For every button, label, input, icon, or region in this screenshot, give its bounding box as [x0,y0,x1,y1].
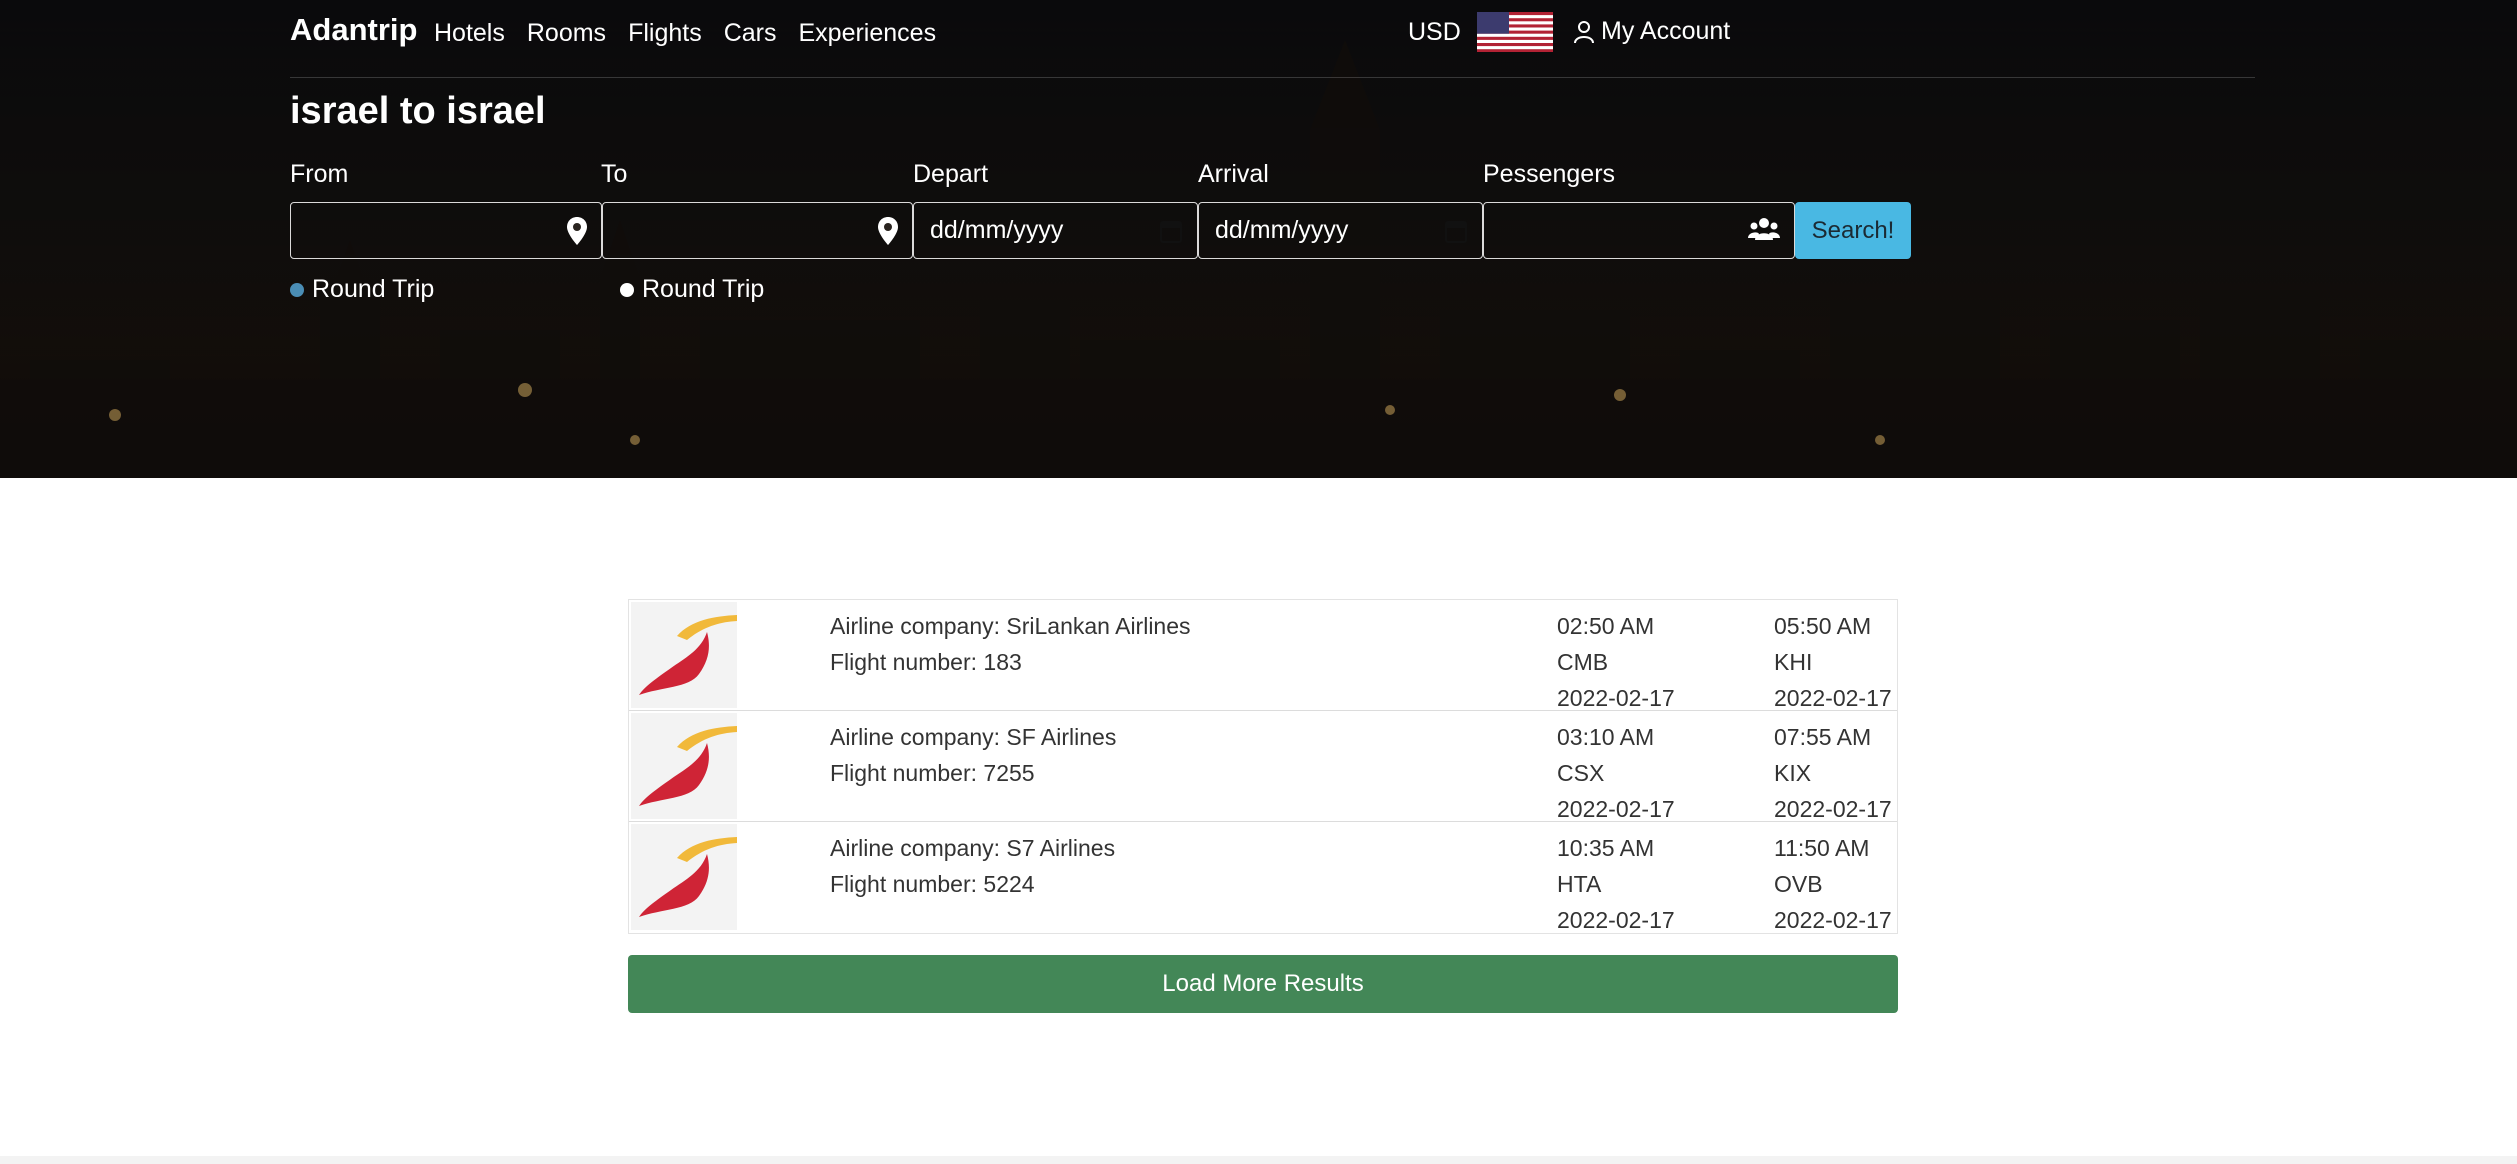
nav-link-cars[interactable]: Cars [724,19,777,48]
departure-info: 02:50 AM CMB 2022-02-17 [1557,608,1675,716]
arrival-time: 05:50 AM [1774,613,1872,639]
airline-logo-icon [631,824,737,930]
flight-result-row[interactable]: Airline company: S7 Airlines Flight numb… [629,822,1897,933]
arrival-airport: KHI [1774,649,1813,675]
hero-banner: Adantrip Hotels Rooms Flights Cars Exper… [0,0,2517,478]
round-trip-label-2: Round Trip [642,275,765,303]
map-pin-icon [878,217,898,245]
user-icon [1574,20,1594,43]
departure-airport: CMB [1557,649,1609,675]
top-navbar: Adantrip Hotels Rooms Flights Cars Exper… [290,0,2255,78]
depart-label: Depart [913,160,989,188]
arrival-time: 11:50 AM [1774,835,1870,861]
arrival-airport: KIX [1774,760,1812,786]
flight-result-row[interactable]: Airline company: SF Airlines Flight numb… [629,711,1897,822]
passengers-label: Pessengers [1483,160,1616,188]
arrival-info: 05:50 AM KHI 2022-02-17 [1774,608,1892,716]
footer-strip [0,1156,2517,1164]
flight-result-row[interactable]: Airline company: SriLankan Airlines Flig… [629,600,1897,711]
depart-date-placeholder: dd/mm/yyyy [930,216,1064,244]
airline-logo-icon [631,713,737,819]
search-title: israel to israel [290,90,546,132]
airline-company: Airline company: S7 Airlines [830,835,1116,861]
from-label: From [290,160,349,188]
departure-info: 03:10 AM CSX 2022-02-17 [1557,719,1675,827]
arrival-info: 11:50 AM OVB 2022-02-17 [1774,830,1892,938]
departure-airport: HTA [1557,871,1602,897]
nav-link-rooms[interactable]: Rooms [527,19,606,48]
flight-info: Airline company: SF Airlines Flight numb… [830,719,1116,791]
flight-number: Flight number: 183 [830,649,1022,675]
arrival-airport: OVB [1774,871,1823,897]
airline-company: Airline company: SF Airlines [830,724,1117,750]
radio-selected-icon [290,282,304,297]
arrival-info: 07:55 AM KIX 2022-02-17 [1774,719,1892,827]
departure-airport: CSX [1557,760,1605,786]
arrival-label: Arrival [1198,160,1269,188]
currency-selector[interactable]: USD [1408,18,1461,47]
my-account-label: My Account [1601,17,1731,45]
round-trip-radio-1[interactable]: Round Trip [290,275,434,304]
arrival-date-input[interactable]: dd/mm/yyyy [1198,202,1483,259]
users-icon [1748,218,1780,240]
departure-time: 03:10 AM [1557,724,1655,750]
arrival-date: 2022-02-17 [1774,907,1892,933]
map-pin-icon [567,217,587,245]
round-trip-label-1: Round Trip [312,275,435,303]
departure-time: 10:35 AM [1557,835,1655,861]
flight-results-list: Airline company: SriLankan Airlines Flig… [628,599,1898,934]
to-label: To [601,160,628,188]
flight-number: Flight number: 7255 [830,760,1035,786]
departure-date: 2022-02-17 [1557,907,1675,933]
arrival-date-placeholder: dd/mm/yyyy [1215,216,1349,244]
nav-link-experiences[interactable]: Experiences [799,19,937,48]
arrival-time: 07:55 AM [1774,724,1872,750]
flight-info: Airline company: SriLankan Airlines Flig… [830,608,1191,680]
brand-logo[interactable]: Adantrip [290,12,417,48]
flight-info: Airline company: S7 Airlines Flight numb… [830,830,1115,902]
radio-unselected-icon [620,282,634,297]
nav-link-flights[interactable]: Flights [628,19,702,48]
passengers-input[interactable] [1483,202,1795,259]
from-input[interactable] [290,202,602,259]
nav-link-hotels[interactable]: Hotels [434,19,505,48]
departure-time: 02:50 AM [1557,613,1655,639]
airline-logo-icon [631,602,737,708]
calendar-icon[interactable] [1444,218,1468,244]
us-flag-icon[interactable] [1477,12,1553,52]
departure-info: 10:35 AM HTA 2022-02-17 [1557,830,1675,938]
my-account-link[interactable]: My Account [1573,17,1730,46]
search-button[interactable]: Search! [1795,202,1911,259]
depart-date-input[interactable]: dd/mm/yyyy [913,202,1198,259]
airline-company: Airline company: SriLankan Airlines [830,613,1191,639]
flight-number: Flight number: 5224 [830,871,1035,897]
to-input[interactable] [602,202,913,259]
load-more-button[interactable]: Load More Results [628,955,1898,1013]
calendar-icon[interactable] [1159,218,1183,244]
nav-links: Hotels Rooms Flights Cars Experiences [434,19,936,48]
round-trip-radio-2[interactable]: Round Trip [620,275,764,304]
